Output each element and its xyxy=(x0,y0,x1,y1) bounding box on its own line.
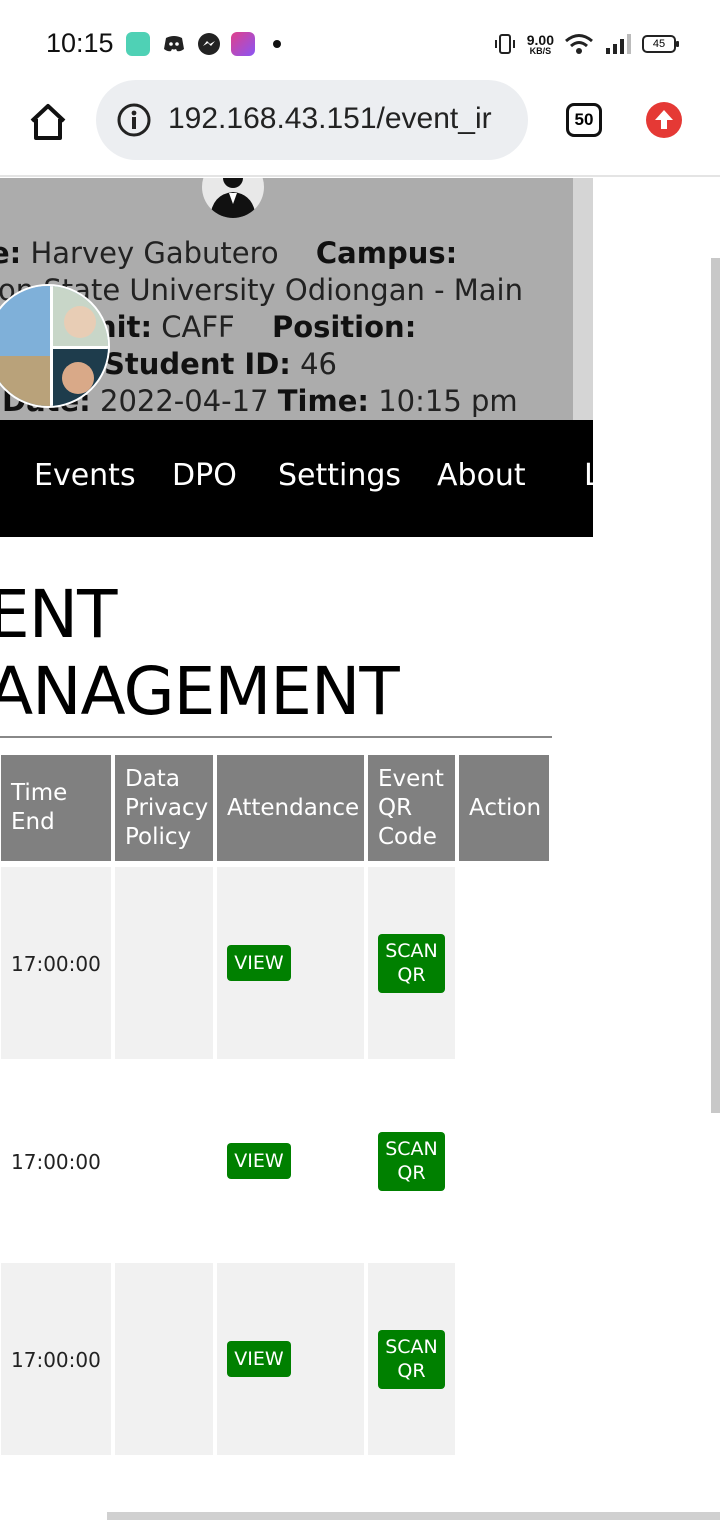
nav-dpo[interactable]: DPO xyxy=(172,458,237,493)
time-end-value: 17:00:00 xyxy=(11,1150,101,1174)
address-bar[interactable]: 192.168.43.151/event_ir xyxy=(96,80,528,160)
status-right-group: 9.00 KB/S 45 xyxy=(493,30,679,58)
view-attendance-button[interactable]: VIEW xyxy=(227,945,291,981)
name-line: e: Harvey Gabutero Campus: xyxy=(0,236,457,270)
network-speed-unit: KB/S xyxy=(529,45,552,56)
column-header-qr-label: Event QR Code xyxy=(378,765,444,850)
main-nav: Events DPO Settings About L xyxy=(0,420,601,537)
column-header-event-qr-code: Event QR Code xyxy=(368,755,455,861)
status-bar: 10:15 9.00 KB/S 45 xyxy=(0,0,720,88)
nav-settings[interactable]: Settings xyxy=(278,458,401,493)
status-time: 10:15 xyxy=(46,28,114,58)
column-header-dpp-label: Data Privacy Policy xyxy=(125,765,209,850)
app-notification-icon xyxy=(126,32,150,56)
more-notifications-dot xyxy=(273,40,281,48)
messenger-icon xyxy=(197,32,221,56)
web-page: e: Harvey Gabutero Campus: lon State Uni… xyxy=(0,178,720,1520)
vertical-scrollbar[interactable] xyxy=(711,258,720,1113)
column-header-action: Action xyxy=(459,755,549,861)
discord-icon xyxy=(162,32,186,56)
nav-logout[interactable]: L xyxy=(584,458,601,493)
wifi-icon xyxy=(565,34,593,54)
column-header-action-label: Action xyxy=(469,794,542,821)
title-divider xyxy=(0,736,552,738)
campus-label: Campus: xyxy=(315,236,458,270)
battery-icon: 45 xyxy=(642,35,679,53)
home-icon[interactable] xyxy=(26,100,70,144)
name-label: e: xyxy=(0,236,22,270)
page-title: ENT ANAGEMENT xyxy=(0,576,400,730)
column-header-attendance-label: Attendance xyxy=(227,794,360,821)
time-end-value: 17:00:00 xyxy=(11,952,101,976)
info-icon[interactable] xyxy=(116,102,152,138)
horizontal-scrollbar[interactable] xyxy=(107,1512,720,1520)
page-title-line-1: ENT xyxy=(0,576,117,653)
name-value: Harvey Gabutero xyxy=(30,236,279,270)
tab-switcher-button[interactable]: 50 xyxy=(566,103,602,137)
page-title-line-2: ANAGEMENT xyxy=(0,653,400,730)
column-header-data-privacy-policy: Data Privacy Policy xyxy=(115,755,213,861)
url-text[interactable]: 192.168.43.151/event_ir xyxy=(168,102,492,136)
position-label: Position: xyxy=(271,310,417,344)
time-end-value: 17:00:00 xyxy=(11,1348,101,1372)
nav-events[interactable]: Events xyxy=(34,458,136,493)
column-header-time-end: Time End xyxy=(1,755,111,861)
scan-qr-button[interactable]: SCAN QR xyxy=(378,934,445,993)
update-arrow-icon[interactable] xyxy=(646,102,682,138)
signal-icon xyxy=(606,34,631,54)
view-attendance-button[interactable]: VIEW xyxy=(227,1143,291,1179)
app-notification-icon-2 xyxy=(231,32,255,56)
unit-line: nit: CAFF Position: xyxy=(96,310,416,344)
vibrate-icon xyxy=(494,34,515,54)
date-value: 2022-04-17 xyxy=(100,384,269,418)
column-header-attendance: Attendance xyxy=(217,755,364,861)
unit-value: CAFF xyxy=(161,310,235,344)
network-speed: 9.00 KB/S xyxy=(527,33,554,56)
column-header-time-end-label: Time End xyxy=(11,780,68,835)
table-cell xyxy=(115,867,213,1059)
student-id-line: Student ID: 46 xyxy=(104,347,337,381)
scan-qr-button[interactable]: SCAN QR xyxy=(378,1330,445,1389)
student-id-label: Student ID: xyxy=(104,347,291,381)
nav-about[interactable]: About xyxy=(437,458,526,493)
time-value: 10:15 pm xyxy=(378,384,518,418)
scan-qr-button[interactable]: SCAN QR xyxy=(378,1132,445,1191)
table-cell xyxy=(115,1263,213,1455)
header-scroll-gutter xyxy=(573,178,593,420)
time-label: Time: xyxy=(277,384,369,418)
browser-toolbar: 192.168.43.151/event_ir 50 xyxy=(0,80,720,177)
network-speed-value: 9.00 xyxy=(526,31,554,48)
user-avatar xyxy=(202,178,264,218)
student-id-value: 46 xyxy=(300,347,338,381)
view-attendance-button[interactable]: VIEW xyxy=(227,1341,291,1377)
